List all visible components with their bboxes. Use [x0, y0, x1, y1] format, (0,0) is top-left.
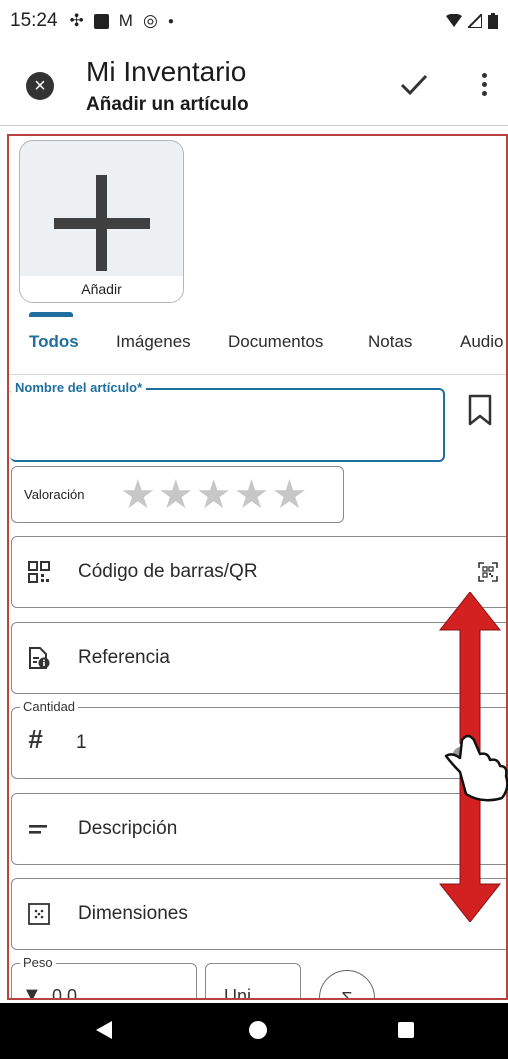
scale-icon: ▼: [22, 984, 42, 1000]
tab-imagenes[interactable]: Imágenes: [116, 332, 191, 352]
star-icon[interactable]: ★: [234, 473, 272, 517]
recents-icon[interactable]: [398, 1022, 414, 1038]
add-media-button[interactable]: Añadir: [19, 140, 184, 303]
star-icon[interactable]: ★: [158, 473, 196, 517]
more-vert-icon[interactable]: [474, 66, 494, 102]
tab-todos[interactable]: Todos: [29, 332, 79, 352]
close-icon[interactable]: ×: [26, 72, 54, 100]
unit-value: Uni...: [224, 986, 267, 1000]
rating-stars[interactable]: ★★★★★: [120, 472, 309, 518]
signal-icon: [468, 14, 482, 28]
hash-icon: #: [28, 724, 43, 754]
barcode-label: Código de barras/QR: [78, 561, 258, 582]
weight-field[interactable]: Peso ▼ 0.0: [11, 955, 197, 1000]
status-time: 15:24: [10, 10, 58, 31]
rating-field: Valoración ★★★★★: [11, 466, 344, 523]
document-info-icon: [29, 647, 50, 669]
app-subtitle: Añadir un artículo: [86, 94, 249, 115]
status-right: [446, 13, 498, 29]
app-title: Mi Inventario: [86, 56, 247, 87]
plus-icon-bar: [54, 218, 150, 229]
tab-audio[interactable]: Audio: [460, 332, 503, 352]
tab-documentos[interactable]: Documentos: [228, 332, 323, 352]
pinwheel-icon: ✣: [69, 11, 84, 30]
a-box-icon: [93, 13, 109, 29]
description-label: Descripción: [78, 818, 178, 839]
reference-label: Referencia: [78, 647, 170, 668]
at-icon: ◎: [142, 11, 158, 30]
description-lines-icon: [29, 825, 47, 834]
gmail-icon: M: [118, 11, 133, 30]
star-icon[interactable]: ★: [271, 473, 309, 517]
check-icon[interactable]: [396, 66, 432, 102]
bookmark-icon[interactable]: [467, 394, 493, 426]
tab-divider: [9, 374, 506, 375]
quantity-value[interactable]: 1: [76, 732, 87, 754]
item-name-input[interactable]: [10, 388, 445, 462]
star-icon[interactable]: ★: [120, 473, 158, 517]
quantity-legend: Cantidad: [20, 699, 79, 714]
dimensions-icon: [28, 903, 50, 925]
system-nav-bar: [0, 1003, 508, 1059]
weight-legend: Peso: [20, 955, 56, 970]
sum-button[interactable]: Σ: [319, 970, 375, 998]
qr-scan-icon[interactable]: [478, 562, 498, 582]
home-icon[interactable]: [249, 1021, 267, 1039]
app-bar: × Mi Inventario Añadir un artículo: [0, 42, 508, 126]
rating-label: Valoración: [24, 487, 85, 502]
dimensions-label: Dimensiones: [78, 903, 188, 924]
swipe-gesture-overlay: [438, 592, 508, 922]
wifi-icon: [446, 14, 462, 27]
barcode-grid-icon: [28, 561, 50, 583]
tab-notas[interactable]: Notas: [368, 332, 412, 352]
item-name-legend: Nombre del artículo*: [11, 380, 147, 395]
tab-indicator: [29, 312, 73, 317]
status-bar: 15:24 ✣ M ◎ ●: [0, 0, 508, 42]
tab-bar: Todos Imágenes Documentos Notas Audio: [9, 332, 506, 362]
back-icon[interactable]: [96, 1021, 112, 1039]
star-icon[interactable]: ★: [196, 473, 234, 517]
weight-value[interactable]: 0.0: [52, 986, 77, 998]
dot-icon: ●: [167, 15, 174, 27]
add-media-label: Añadir: [20, 276, 183, 302]
unit-select[interactable]: Uni...: [205, 963, 301, 1000]
battery-icon: [488, 13, 498, 29]
